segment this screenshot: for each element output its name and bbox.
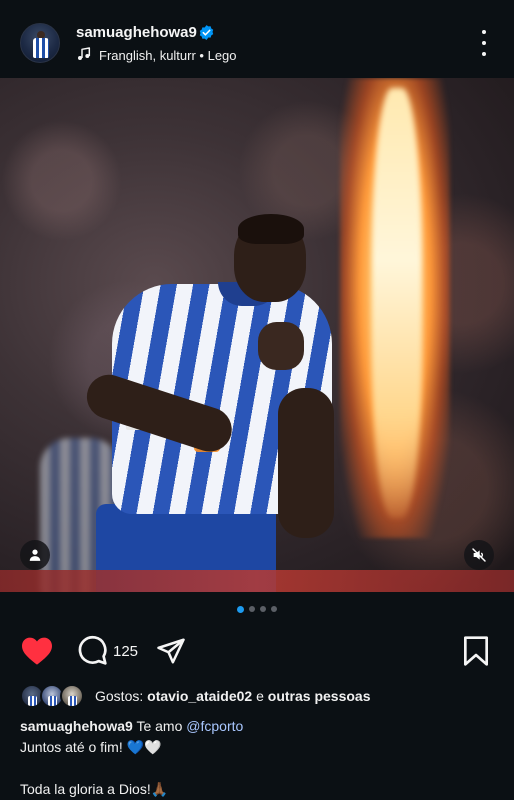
speaker-muted-icon (472, 548, 486, 562)
post-photo[interactable] (0, 78, 514, 592)
share-send-icon[interactable] (156, 636, 186, 666)
post-username[interactable]: samuaghehowa9 (76, 24, 197, 41)
photo-player (81, 214, 348, 592)
profile-avatar[interactable] (20, 23, 60, 63)
caption-mention-link[interactable]: @fcporto (186, 718, 243, 734)
more-dot (482, 30, 486, 34)
more-dot (482, 52, 486, 56)
carousel-indicator (0, 606, 514, 616)
caption-username[interactable]: samuaghehowa9 (20, 718, 133, 734)
player-hand (258, 322, 304, 370)
carousel-dot (249, 606, 255, 612)
comment-icon[interactable] (76, 634, 108, 666)
comment-count[interactable]: 125 (113, 643, 138, 660)
post-caption: samuaghehowa9 Te amo @fcporto Juntos até… (20, 716, 500, 800)
first-liker-username[interactable]: otavio_ataide02 (147, 688, 252, 704)
post-actions-bar: 125 (0, 632, 514, 672)
carousel-dot-active (237, 606, 244, 613)
carousel-dot (260, 606, 266, 612)
likes-prefix: Gostos: (95, 688, 148, 704)
photo-advertising-board (0, 570, 514, 592)
likes-text[interactable]: Gostos: otavio_ataide02 e outras pessoas (95, 688, 371, 704)
carousel-dot (271, 606, 277, 612)
audio-track-label[interactable]: Franglish, kulturr • Lego (99, 48, 237, 63)
post-header: samuaghehowa9 Franglish, kulturr • Lego (0, 0, 514, 78)
person-icon (29, 549, 41, 561)
more-dot (482, 41, 486, 45)
player-arm-right (278, 388, 334, 538)
caption-line-2: Juntos até o fim! 💙🤍 (20, 739, 162, 755)
tagged-users-button[interactable] (20, 540, 50, 570)
verified-badge-icon (199, 25, 214, 40)
heart-icon[interactable] (20, 636, 54, 666)
caption-line-4: Toda la gloria a Dios!🙏🏾 (20, 781, 169, 797)
mute-toggle-button[interactable] (464, 540, 494, 570)
caption-text: Te amo (136, 718, 187, 734)
avatar-kit (33, 38, 49, 58)
more-options-icon[interactable] (474, 30, 494, 56)
photo-pyro-flame-core (372, 88, 422, 518)
liker-avatar (60, 684, 84, 708)
likes-summary[interactable]: Gostos: otavio_ataide02 e outras pessoas (20, 682, 500, 710)
player-hair (238, 214, 304, 244)
music-note-icon (78, 47, 91, 60)
caption-line-1: samuaghehowa9 Te amo @fcporto (20, 716, 500, 737)
bookmark-icon[interactable] (462, 635, 490, 667)
likes-connector: e (252, 688, 268, 704)
other-likers-link[interactable]: outras pessoas (268, 688, 371, 704)
